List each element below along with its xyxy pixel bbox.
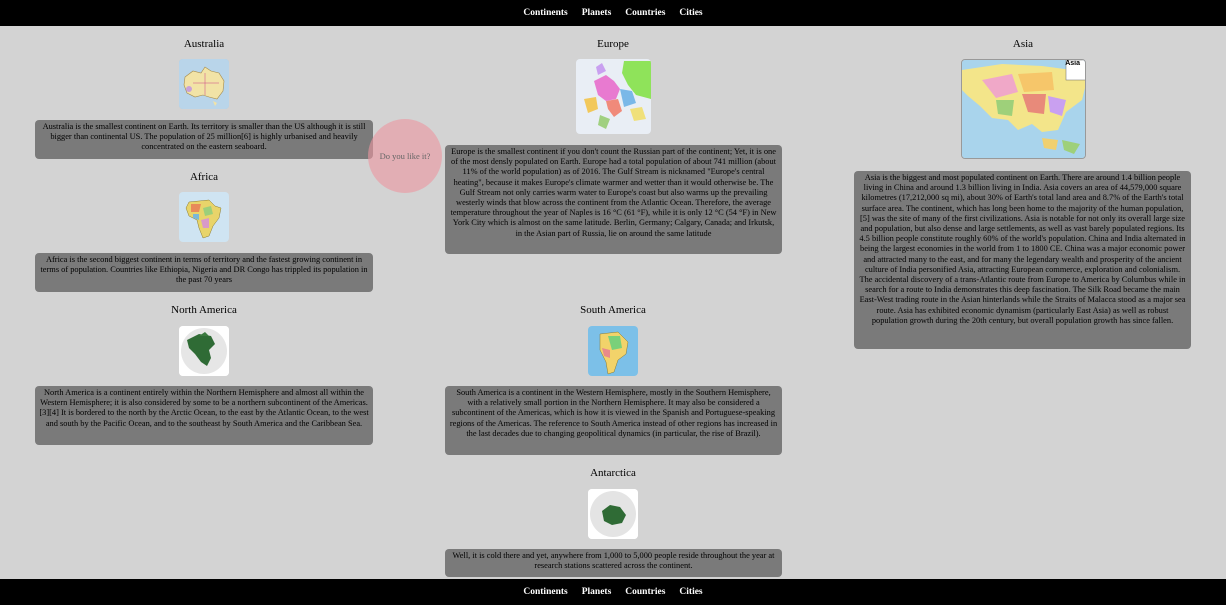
north-america-description: North America is a continent entirely wi… (35, 386, 373, 445)
africa-description: Africa is the second biggest continent i… (35, 253, 373, 292)
australia-description: Australia is the smallest continent on E… (35, 120, 373, 159)
nav-countries[interactable]: Countries (625, 8, 665, 18)
africa-map-image (179, 192, 229, 242)
south-america-description: South America is a continent in the West… (445, 386, 782, 455)
nav-cities[interactable]: Cities (679, 8, 702, 18)
asia-map-label: Asia (1065, 60, 1080, 67)
footer-nav-continents[interactable]: Continents (523, 587, 567, 597)
footer-nav-cities[interactable]: Cities (679, 587, 702, 597)
antarctica-description: Well, it is cold there and yet, anywhere… (445, 549, 782, 577)
australia-title: Australia (183, 38, 225, 50)
asia-description: Asia is the biggest and most populated c… (854, 171, 1191, 349)
footer-nav-planets[interactable]: Planets (582, 587, 612, 597)
europe-title: Europe (597, 38, 629, 50)
europe-description: Europe is the smallest continent if you … (445, 145, 782, 254)
north-america-title: North America (171, 304, 237, 316)
australia-map-image (179, 59, 229, 109)
africa-title: Africa (189, 171, 219, 183)
south-america-map-image (588, 326, 638, 376)
top-nav: Continents Planets Countries Cities (0, 0, 1226, 26)
nav-planets[interactable]: Planets (582, 8, 612, 18)
bottom-nav: Continents Planets Countries Cities (0, 579, 1226, 605)
north-america-globe-image (179, 326, 229, 376)
do-you-like-it-bubble[interactable]: Do you like it? (368, 119, 442, 193)
antarctica-globe-image (588, 489, 638, 539)
asia-map-image: Asia (961, 59, 1086, 159)
antarctica-title: Antarctica (590, 467, 636, 479)
south-america-title: South America (580, 304, 646, 316)
footer-nav-countries[interactable]: Countries (625, 587, 665, 597)
europe-map-image (576, 59, 651, 134)
asia-title: Asia (1012, 38, 1034, 50)
nav-continents[interactable]: Continents (523, 8, 567, 18)
